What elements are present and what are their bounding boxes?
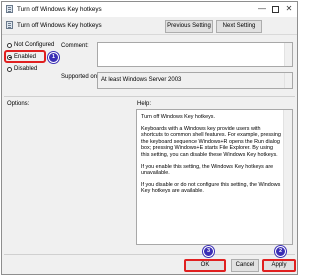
help-label: Help: xyxy=(137,101,152,107)
policy-icon xyxy=(6,5,13,13)
radio-label: Not Configured xyxy=(14,42,55,48)
step-badge-2: 2 xyxy=(275,246,286,257)
comment-textarea[interactable] xyxy=(97,42,293,67)
comment-scrollbar[interactable] xyxy=(284,43,292,66)
window-title: Turn off Windows Key hotkeys xyxy=(17,6,102,13)
minimize-button[interactable]: — xyxy=(257,4,267,14)
options-pane xyxy=(5,109,133,251)
setting-header: Turn off Windows Key hotkeys Previous Se… xyxy=(2,17,297,35)
close-button[interactable]: ✕ xyxy=(284,4,294,14)
radio-label: Disabled xyxy=(14,66,38,72)
supported-on-value: At least Windows Server 2003 xyxy=(101,77,182,83)
enabled-highlight-box xyxy=(4,50,46,63)
apply-button[interactable]: Apply xyxy=(262,259,296,272)
bottom-divider xyxy=(4,254,295,255)
help-paragraph: If you disable or do not configure this … xyxy=(141,181,281,195)
help-paragraph: Turn off Windows Key hotkeys. xyxy=(141,114,216,120)
radio-circle[interactable] xyxy=(7,66,12,72)
setting-title: Turn off Windows Key hotkeys xyxy=(17,22,102,29)
group-policy-dialog: Turn off Windows Key hotkeys — ✕ Turn of… xyxy=(1,1,298,275)
next-setting-button[interactable]: Next Setting xyxy=(216,20,262,33)
radio-disabled[interactable]: Disabled xyxy=(7,66,37,72)
supported-scrollbar[interactable] xyxy=(284,73,292,88)
step-badge-3: 3 xyxy=(203,246,214,257)
cancel-button[interactable]: Cancel xyxy=(231,259,259,272)
maximize-button[interactable] xyxy=(270,4,280,14)
maximize-icon xyxy=(271,6,279,13)
help-pane: Turn off Windows Key hotkeys. Keyboards … xyxy=(136,109,293,245)
setting-icon xyxy=(6,21,13,29)
title-bar: Turn off Windows Key hotkeys — ✕ xyxy=(2,2,297,17)
comment-label: Comment: xyxy=(61,43,89,49)
step-badge-1: 1 xyxy=(48,52,59,63)
help-paragraph: Keyboards with a Windows key provide use… xyxy=(141,125,281,158)
help-paragraph: If you enable this setting, the Windows … xyxy=(141,163,274,177)
radio-not-configured[interactable]: Not Configured xyxy=(7,42,54,48)
options-label: Options: xyxy=(7,101,30,107)
supported-on-field: At least Windows Server 2003 xyxy=(97,72,293,89)
previous-setting-button[interactable]: Previous Setting xyxy=(165,20,213,33)
radio-circle[interactable] xyxy=(7,42,12,48)
section-divider xyxy=(4,96,295,97)
ok-button[interactable]: OK xyxy=(184,259,226,272)
help-scrollbar[interactable] xyxy=(283,110,292,244)
supported-on-label: Supported on: xyxy=(61,74,99,80)
